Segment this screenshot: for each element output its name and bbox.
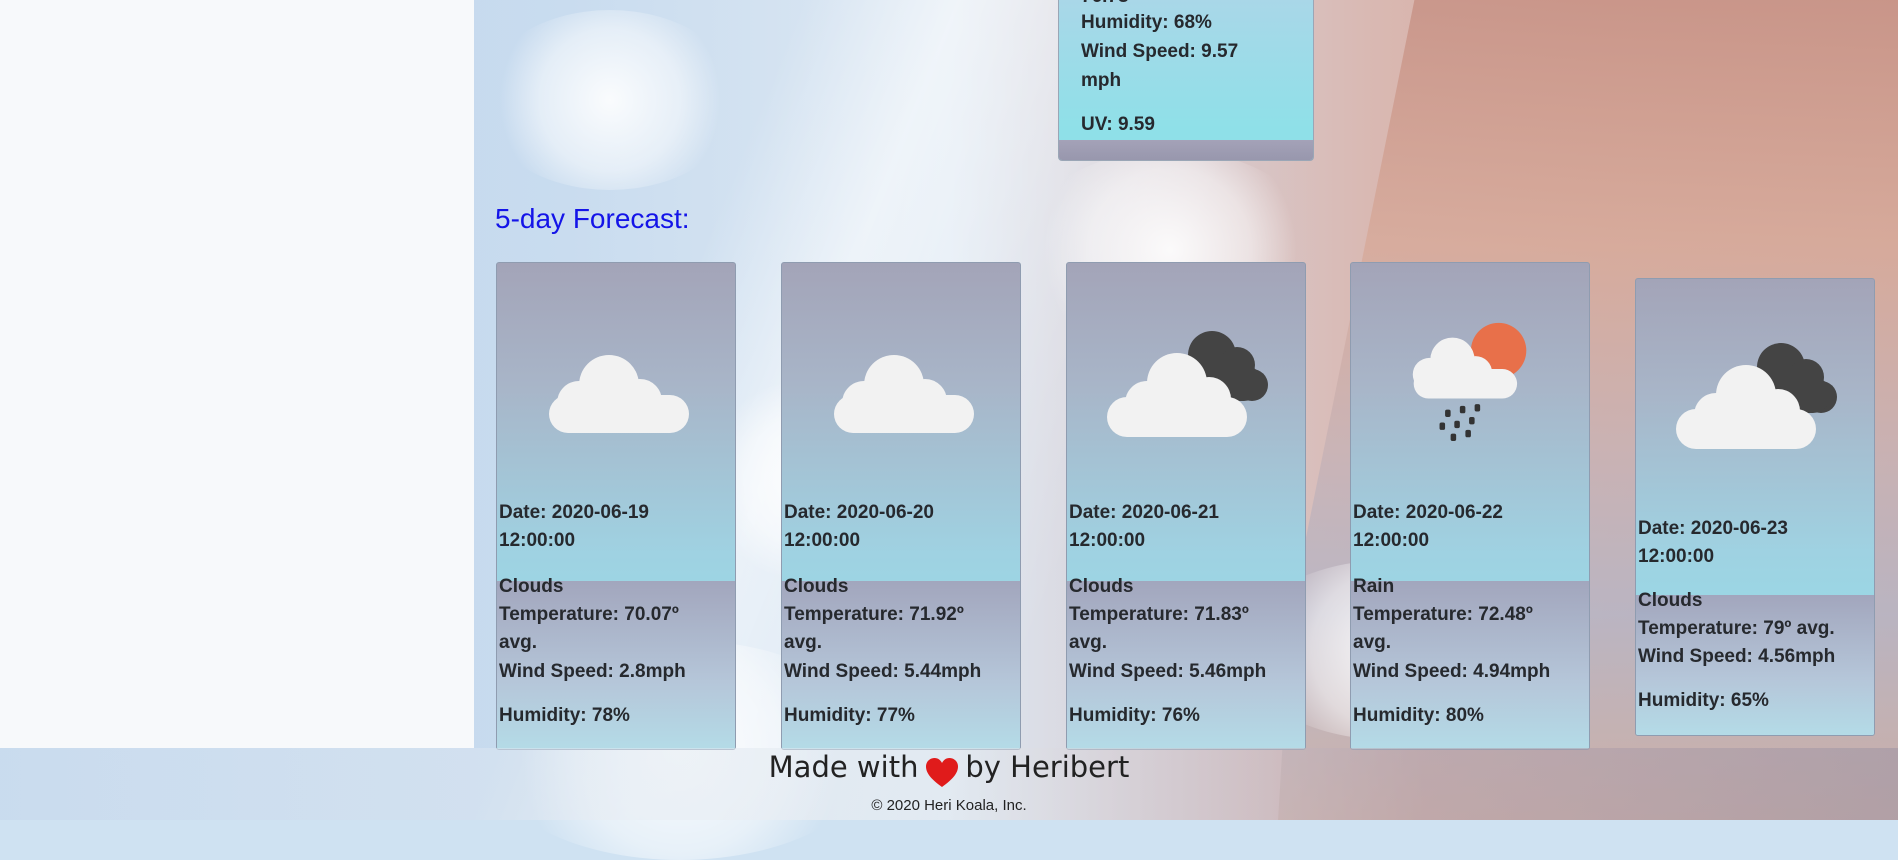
current-card-footer — [1059, 140, 1313, 160]
forecast-date: Date: 2020-06-22 — [1353, 502, 1503, 523]
current-uv: UV: 9.59 — [1081, 114, 1155, 135]
forecast-temperature: Temperature: 71.83º — [1069, 604, 1249, 625]
copyright: © 2020 Heri Koala, Inc. — [871, 797, 1027, 814]
made-with-text: Made with — [768, 750, 919, 784]
made-with-line: Made with by Heribert — [0, 750, 1898, 789]
forecast-time: 12:00:00 — [1638, 546, 1715, 567]
forecast-humidity: Humidity: 65% — [1638, 690, 1769, 711]
forecast-temperature: Temperature: 71.92º — [784, 604, 964, 625]
clouds-icon — [549, 355, 689, 433]
forecast-wind: Wind Speed: 5.46mph — [1069, 661, 1267, 682]
forecast-temperature-suffix: avg. — [1353, 632, 1392, 653]
forecast-condition: Clouds — [1638, 590, 1703, 611]
forecast-temperature-suffix: avg. — [499, 632, 538, 653]
forecast-date: Date: 2020-06-23 — [1638, 518, 1788, 539]
forecast-temperature-suffix: avg. — [784, 632, 823, 653]
forecast-card: Date: 2020-06-22 12:00:00 Rain Temperatu… — [1350, 262, 1590, 750]
forecast-condition: Clouds — [499, 576, 564, 597]
left-panel — [0, 0, 474, 748]
forecast-time: 12:00:00 — [1353, 530, 1430, 551]
forecast-temperature: Temperature: 70.07º — [499, 604, 679, 625]
current-wind-unit: mph — [1081, 70, 1122, 91]
forecast-card: Date: 2020-06-20 12:00:00 Clouds Tempera… — [781, 262, 1021, 750]
current-weather-card: 76.78 Humidity: 68% Wind Speed: 9.57 mph… — [1058, 0, 1314, 161]
forecast-humidity: Humidity: 76% — [1069, 705, 1200, 726]
broken-clouds-icon — [1676, 343, 1837, 449]
forecast-card: Date: 2020-06-21 12:00:00 Clouds Tempera… — [1066, 262, 1306, 750]
current-humidity: Humidity: 68% — [1081, 12, 1212, 33]
forecast-card: Date: 2020-06-23 12:00:00 Clouds Tempera… — [1635, 278, 1875, 736]
current-partial-line: 76.78 — [1081, 0, 1129, 8]
forecast-time: 12:00:00 — [499, 530, 576, 551]
forecast-date: Date: 2020-06-20 — [784, 502, 934, 523]
clouds-icon — [834, 355, 974, 433]
forecast-wind: Wind Speed: 2.8mph — [499, 661, 686, 682]
forecast-condition: Rain — [1353, 576, 1395, 597]
forecast-temperature-suffix: avg. — [1069, 632, 1108, 653]
forecast-humidity: Humidity: 80% — [1353, 705, 1484, 726]
forecast-humidity: Humidity: 77% — [784, 705, 915, 726]
forecast-wind: Wind Speed: 4.56mph — [1638, 646, 1836, 667]
forecast-wind: Wind Speed: 4.94mph — [1353, 661, 1551, 682]
forecast-condition: Clouds — [1069, 576, 1134, 597]
forecast-heading: 5-day Forecast: — [495, 203, 690, 234]
forecast-time: 12:00:00 — [784, 530, 861, 551]
forecast-temperature: Temperature: 72.48º — [1353, 604, 1533, 625]
forecast-date: Date: 2020-06-19 — [499, 502, 649, 523]
forecast-wind: Wind Speed: 5.44mph — [784, 661, 982, 682]
broken-clouds-icon — [1107, 331, 1268, 437]
forecast-temperature: Temperature: 79º avg. — [1638, 618, 1835, 639]
author-text: by Heribert — [965, 750, 1130, 784]
sun-rain-icon — [1412, 322, 1527, 441]
forecast-condition: Clouds — [784, 576, 849, 597]
forecast-card: Date: 2020-06-19 12:00:00 Clouds Tempera… — [496, 262, 736, 750]
forecast-humidity: Humidity: 78% — [499, 705, 630, 726]
heart-icon — [925, 757, 958, 787]
current-wind-speed: Wind Speed: 9.57 — [1081, 41, 1239, 62]
forecast-time: 12:00:00 — [1069, 530, 1146, 551]
forecast-date: Date: 2020-06-21 — [1069, 502, 1219, 523]
